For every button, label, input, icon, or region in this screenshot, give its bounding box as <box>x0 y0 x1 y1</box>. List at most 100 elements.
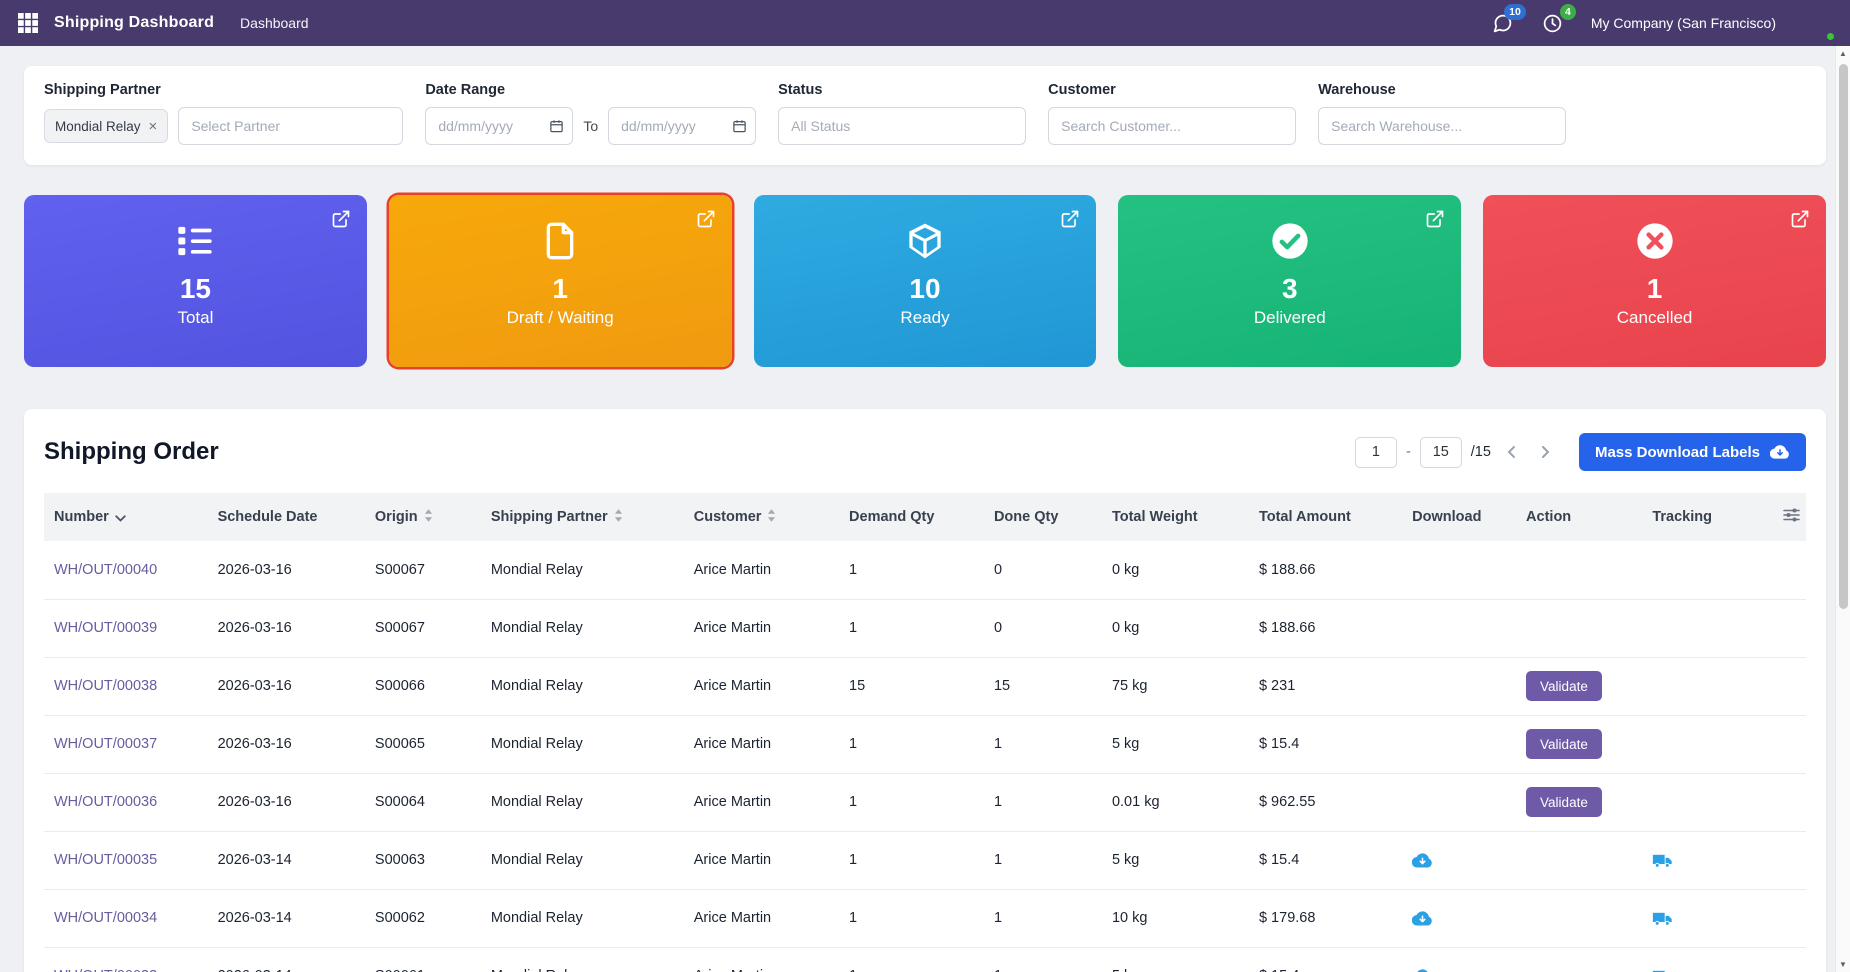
cloud-download-icon[interactable] <box>1412 850 1433 871</box>
col-total-amount[interactable]: Total Amount <box>1249 493 1402 541</box>
prev-page-icon[interactable] <box>1500 440 1524 464</box>
download-cell <box>1402 657 1516 715</box>
shipping-partner-label: Shipping Partner <box>44 82 403 98</box>
col-options[interactable] <box>1762 493 1806 541</box>
stat-card-total[interactable]: 15Total <box>24 195 367 367</box>
page-end-box[interactable]: 15 <box>1420 437 1462 468</box>
company-switcher[interactable]: My Company (San Francisco) <box>1591 15 1776 31</box>
col-origin[interactable]: Origin <box>365 493 481 541</box>
sort-both-icon[interactable] <box>614 509 623 526</box>
stat-card-delivered[interactable]: 3Delivered <box>1118 195 1461 367</box>
row-options-cell <box>1762 831 1806 889</box>
partner-tag[interactable]: Mondial Relay × <box>44 109 168 143</box>
total-weight-cell: 5 kg <box>1102 715 1249 773</box>
col-schedule-date[interactable]: Schedule Date <box>208 493 365 541</box>
origin-cell: S00064 <box>365 773 481 831</box>
order-number-link[interactable]: WH/OUT/00040 <box>54 562 157 578</box>
column-options-icon[interactable] <box>1783 507 1800 523</box>
customer-cell: Arice Martin <box>684 657 839 715</box>
truck-tracking-icon[interactable] <box>1652 966 1673 972</box>
stat-card-cancelled[interactable]: 1 Cancelled <box>1483 195 1826 367</box>
menu-item-dashboard[interactable]: Dashboard <box>240 15 309 31</box>
external-link-icon[interactable] <box>696 209 716 229</box>
total-weight-cell: 0.01 kg <box>1102 773 1249 831</box>
status-input[interactable] <box>778 107 1026 145</box>
total-amount-cell: $ 15.4 <box>1249 831 1402 889</box>
col-action: Action <box>1516 493 1642 541</box>
validate-button[interactable]: Validate <box>1526 729 1602 759</box>
order-number-link[interactable]: WH/OUT/00039 <box>54 620 157 636</box>
external-link-icon[interactable] <box>331 209 351 229</box>
stat-card-value: 10 <box>909 274 940 305</box>
customer-label: Customer <box>1048 82 1296 98</box>
order-number-link[interactable]: WH/OUT/00036 <box>54 794 157 810</box>
sort-both-icon[interactable] <box>767 509 776 526</box>
date-from-input[interactable] <box>425 107 573 145</box>
stat-card-label: Cancelled <box>1617 308 1693 328</box>
remove-tag-icon[interactable]: × <box>149 119 158 134</box>
activities-button[interactable]: 4 <box>1541 11 1565 35</box>
order-number-link[interactable]: WH/OUT/00034 <box>54 910 157 926</box>
customer-search-input[interactable] <box>1048 107 1296 145</box>
col-shipping-partner[interactable]: Shipping Partner <box>481 493 684 541</box>
warehouse-search-input[interactable] <box>1318 107 1566 145</box>
action-cell <box>1516 831 1642 889</box>
cloud-download-icon[interactable] <box>1412 908 1433 929</box>
stat-card-label: Draft / Waiting <box>507 308 614 328</box>
total-weight-cell: 0 kg <box>1102 599 1249 657</box>
validate-button[interactable]: Validate <box>1526 671 1602 701</box>
mass-download-labels-button[interactable]: Mass Download Labels <box>1579 433 1806 471</box>
shipping-partner-cell: Mondial Relay <box>481 657 684 715</box>
apps-grid-icon[interactable] <box>18 13 38 33</box>
next-page-icon[interactable] <box>1533 440 1557 464</box>
page-start-box[interactable]: 1 <box>1355 437 1397 468</box>
origin-cell: S00067 <box>365 541 481 599</box>
filter-date-range: Date Range To <box>425 82 756 145</box>
table-row: WH/OUT/000332026-03-14S00061Mondial Rela… <box>44 947 1806 972</box>
col-done-qty[interactable]: Done Qty <box>984 493 1102 541</box>
order-number-link[interactable]: WH/OUT/00035 <box>54 852 157 868</box>
stat-card-ready[interactable]: 10Ready <box>754 195 1097 367</box>
customer-cell: Arice Martin <box>684 599 839 657</box>
validate-button[interactable]: Validate <box>1526 787 1602 817</box>
scrollbar-thumb[interactable] <box>1839 64 1848 609</box>
stat-card-value: 1 <box>1647 274 1663 305</box>
external-link-icon[interactable] <box>1790 209 1810 229</box>
messages-button[interactable]: 10 <box>1491 11 1515 35</box>
partner-select-input[interactable] <box>178 107 403 145</box>
orders-tbody: WH/OUT/000402026-03-16S00067Mondial Rela… <box>44 541 1806 972</box>
order-number-link[interactable]: WH/OUT/00037 <box>54 736 157 752</box>
topbar: Shipping Dashboard Dashboard 10 4 My Com… <box>0 0 1850 46</box>
col-customer[interactable]: Customer <box>684 493 839 541</box>
origin-cell: S00061 <box>365 947 481 972</box>
vertical-scrollbar[interactable]: ▲ ▼ <box>1835 46 1850 972</box>
order-number-link[interactable]: WH/OUT/00038 <box>54 678 157 694</box>
external-link-icon[interactable] <box>1425 209 1445 229</box>
scroll-down-arrow[interactable]: ▼ <box>1836 960 1850 969</box>
order-number-link[interactable]: WH/OUT/00033 <box>54 968 157 972</box>
sort-both-icon[interactable] <box>424 509 433 526</box>
col-total-weight[interactable]: Total Weight <box>1102 493 1249 541</box>
truck-tracking-icon[interactable] <box>1652 908 1673 929</box>
row-options-cell <box>1762 889 1806 947</box>
customer-cell: Arice Martin <box>684 773 839 831</box>
schedule-date-cell: 2026-03-16 <box>208 541 365 599</box>
shipping-partner-cell: Mondial Relay <box>481 599 684 657</box>
row-options-cell <box>1762 541 1806 599</box>
user-menu[interactable] <box>1802 8 1832 38</box>
col-number[interactable]: Number <box>44 493 208 541</box>
external-link-icon[interactable] <box>1060 209 1080 229</box>
cloud-download-icon[interactable] <box>1412 966 1433 972</box>
stat-card-draft-waiting[interactable]: 1Draft / Waiting <box>389 195 732 367</box>
scroll-up-arrow[interactable]: ▲ <box>1836 49 1850 58</box>
total-amount-cell: $ 15.4 <box>1249 947 1402 972</box>
shipping-partner-cell: Mondial Relay <box>481 715 684 773</box>
customer-cell: Arice Martin <box>684 889 839 947</box>
date-to-input[interactable] <box>608 107 756 145</box>
shipping-partner-cell: Mondial Relay <box>481 831 684 889</box>
app-title[interactable]: Shipping Dashboard <box>54 14 214 32</box>
sort-desc-icon[interactable] <box>115 510 126 526</box>
col-demand-qty[interactable]: Demand Qty <box>839 493 984 541</box>
mass-download-label: Mass Download Labels <box>1595 444 1760 461</box>
truck-tracking-icon[interactable] <box>1652 850 1673 871</box>
